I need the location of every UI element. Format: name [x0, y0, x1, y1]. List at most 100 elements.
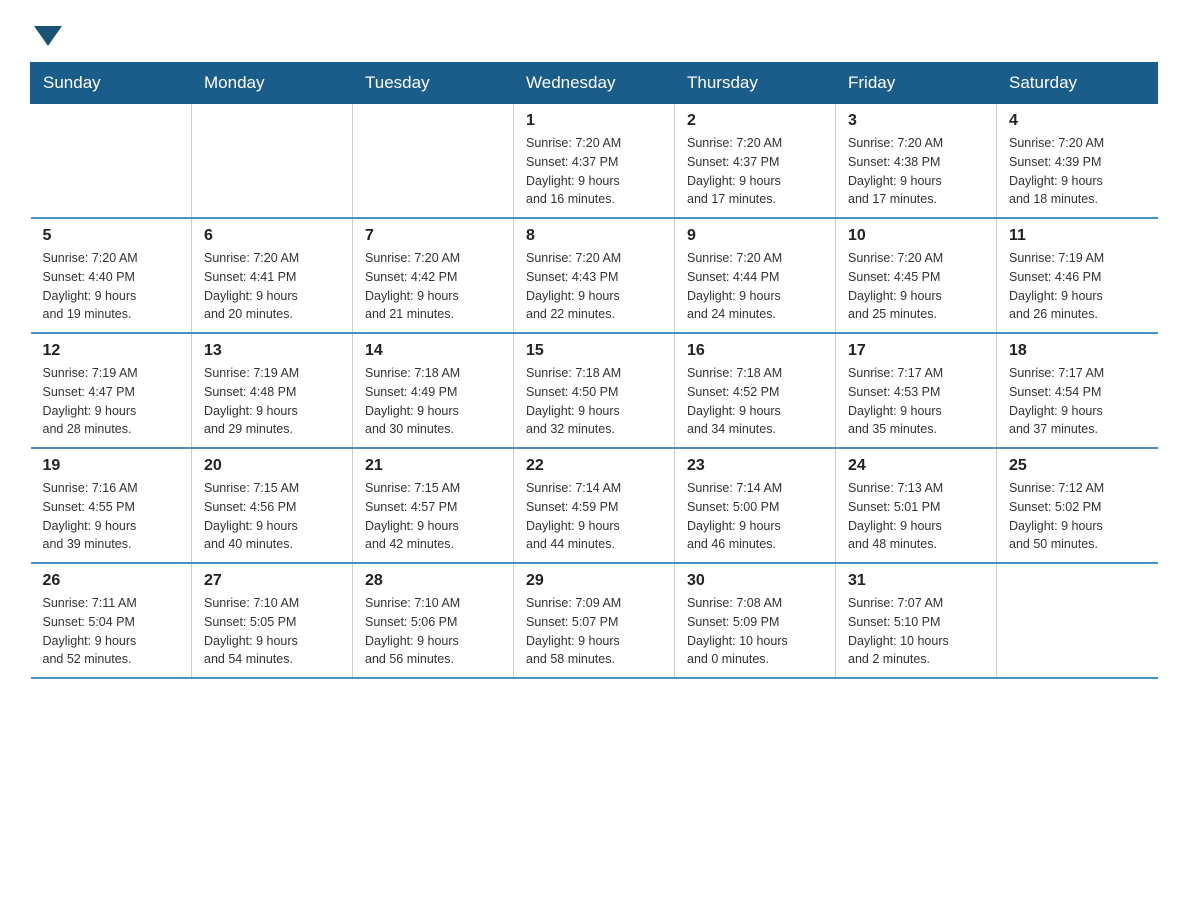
calendar-week-row: 5 Sunrise: 7:20 AM Sunset: 4:40 PM Daylig… — [31, 218, 1158, 333]
calendar-cell — [997, 563, 1158, 678]
calendar-cell: 17 Sunrise: 7:17 AM Sunset: 4:53 PM Dayli… — [836, 333, 997, 448]
day-number: 20 — [204, 457, 340, 475]
calendar-cell: 11Sunrise: 7:19 AM Sunset: 4:46 PM Dayli… — [997, 218, 1158, 333]
day-number: 23 — [687, 457, 823, 475]
calendar-cell: 15 Sunrise: 7:18 AM Sunset: 4:50 PM Dayli… — [514, 333, 675, 448]
calendar-cell — [353, 104, 514, 219]
day-info: Sunrise: 7:11 AM Sunset: 5:04 PM Dayligh… — [43, 594, 180, 669]
day-info: Sunrise: 7:20 AM Sunset: 4:45 PM Dayligh… — [848, 249, 984, 324]
day-info: Sunrise: 7:15 AM Sunset: 4:56 PM Dayligh… — [204, 479, 340, 554]
calendar-cell: 6 Sunrise: 7:20 AM Sunset: 4:41 PM Daylig… — [192, 218, 353, 333]
calendar-cell: 26 Sunrise: 7:11 AM Sunset: 5:04 PM Dayli… — [31, 563, 192, 678]
day-number: 9 — [687, 227, 823, 245]
day-number: 27 — [204, 572, 340, 590]
day-info: Sunrise: 7:19 AM Sunset: 4:47 PM Dayligh… — [43, 364, 180, 439]
day-number: 25 — [1009, 457, 1146, 475]
calendar-cell: 31 Sunrise: 7:07 AM Sunset: 5:10 PM Dayli… — [836, 563, 997, 678]
day-number: 15 — [526, 342, 662, 360]
calendar-cell: 25 Sunrise: 7:12 AM Sunset: 5:02 PM Dayli… — [997, 448, 1158, 563]
calendar-cell: 10Sunrise: 7:20 AM Sunset: 4:45 PM Dayli… — [836, 218, 997, 333]
day-info: Sunrise: 7:20 AM Sunset: 4:42 PM Dayligh… — [365, 249, 501, 324]
calendar-cell: 5 Sunrise: 7:20 AM Sunset: 4:40 PM Daylig… — [31, 218, 192, 333]
calendar-cell: 18Sunrise: 7:17 AM Sunset: 4:54 PM Dayli… — [997, 333, 1158, 448]
day-info: Sunrise: 7:20 AM Sunset: 4:44 PM Dayligh… — [687, 249, 823, 324]
day-info: Sunrise: 7:13 AM Sunset: 5:01 PM Dayligh… — [848, 479, 984, 554]
day-info: Sunrise: 7:20 AM Sunset: 4:38 PM Dayligh… — [848, 134, 984, 209]
calendar-cell: 14 Sunrise: 7:18 AM Sunset: 4:49 PM Dayli… — [353, 333, 514, 448]
calendar-cell: 13 Sunrise: 7:19 AM Sunset: 4:48 PM Dayli… — [192, 333, 353, 448]
calendar-cell: 2 Sunrise: 7:20 AM Sunset: 4:37 PM Daylig… — [675, 104, 836, 219]
day-info: Sunrise: 7:18 AM Sunset: 4:50 PM Dayligh… — [526, 364, 662, 439]
logo — [30, 20, 62, 46]
day-number: 29 — [526, 572, 662, 590]
day-info: Sunrise: 7:19 AM Sunset: 4:48 PM Dayligh… — [204, 364, 340, 439]
day-number: 17 — [848, 342, 984, 360]
calendar-cell: 24 Sunrise: 7:13 AM Sunset: 5:01 PM Dayli… — [836, 448, 997, 563]
weekday-header: Sunday — [31, 63, 192, 104]
day-number: 22 — [526, 457, 662, 475]
weekday-header: Tuesday — [353, 63, 514, 104]
calendar-cell: 9 Sunrise: 7:20 AM Sunset: 4:44 PM Daylig… — [675, 218, 836, 333]
calendar-cell: 28 Sunrise: 7:10 AM Sunset: 5:06 PM Dayli… — [353, 563, 514, 678]
day-number: 1 — [526, 112, 662, 130]
day-number: 12 — [43, 342, 180, 360]
day-info: Sunrise: 7:12 AM Sunset: 5:02 PM Dayligh… — [1009, 479, 1146, 554]
calendar-cell: 21 Sunrise: 7:15 AM Sunset: 4:57 PM Dayli… — [353, 448, 514, 563]
calendar-cell: 29 Sunrise: 7:09 AM Sunset: 5:07 PM Dayli… — [514, 563, 675, 678]
day-info: Sunrise: 7:16 AM Sunset: 4:55 PM Dayligh… — [43, 479, 180, 554]
weekday-header: Monday — [192, 63, 353, 104]
day-info: Sunrise: 7:20 AM Sunset: 4:39 PM Dayligh… — [1009, 134, 1146, 209]
day-number: 24 — [848, 457, 984, 475]
calendar-cell: 23 Sunrise: 7:14 AM Sunset: 5:00 PM Dayli… — [675, 448, 836, 563]
calendar-week-row: 1 Sunrise: 7:20 AM Sunset: 4:37 PM Daylig… — [31, 104, 1158, 219]
day-info: Sunrise: 7:07 AM Sunset: 5:10 PM Dayligh… — [848, 594, 984, 669]
day-info: Sunrise: 7:18 AM Sunset: 4:49 PM Dayligh… — [365, 364, 501, 439]
day-info: Sunrise: 7:17 AM Sunset: 4:53 PM Dayligh… — [848, 364, 984, 439]
day-number: 6 — [204, 227, 340, 245]
page-header — [30, 20, 1158, 46]
calendar-cell: 30 Sunrise: 7:08 AM Sunset: 5:09 PM Dayli… — [675, 563, 836, 678]
day-info: Sunrise: 7:17 AM Sunset: 4:54 PM Dayligh… — [1009, 364, 1146, 439]
day-info: Sunrise: 7:20 AM Sunset: 4:41 PM Dayligh… — [204, 249, 340, 324]
day-number: 28 — [365, 572, 501, 590]
day-number: 21 — [365, 457, 501, 475]
calendar-table: SundayMondayTuesdayWednesdayThursdayFrid… — [30, 62, 1158, 679]
calendar-cell — [192, 104, 353, 219]
weekday-header: Wednesday — [514, 63, 675, 104]
day-info: Sunrise: 7:09 AM Sunset: 5:07 PM Dayligh… — [526, 594, 662, 669]
day-info: Sunrise: 7:20 AM Sunset: 4:37 PM Dayligh… — [526, 134, 662, 209]
day-info: Sunrise: 7:10 AM Sunset: 5:05 PM Dayligh… — [204, 594, 340, 669]
calendar-cell — [31, 104, 192, 219]
day-number: 11 — [1009, 227, 1146, 245]
calendar-cell: 4 Sunrise: 7:20 AM Sunset: 4:39 PM Daylig… — [997, 104, 1158, 219]
weekday-header: Saturday — [997, 63, 1158, 104]
calendar-cell: 8 Sunrise: 7:20 AM Sunset: 4:43 PM Daylig… — [514, 218, 675, 333]
day-number: 4 — [1009, 112, 1146, 130]
day-number: 31 — [848, 572, 984, 590]
day-info: Sunrise: 7:14 AM Sunset: 5:00 PM Dayligh… — [687, 479, 823, 554]
calendar-cell: 7Sunrise: 7:20 AM Sunset: 4:42 PM Daylig… — [353, 218, 514, 333]
calendar-week-row: 12 Sunrise: 7:19 AM Sunset: 4:47 PM Dayli… — [31, 333, 1158, 448]
day-info: Sunrise: 7:15 AM Sunset: 4:57 PM Dayligh… — [365, 479, 501, 554]
day-info: Sunrise: 7:10 AM Sunset: 5:06 PM Dayligh… — [365, 594, 501, 669]
calendar-cell: 27 Sunrise: 7:10 AM Sunset: 5:05 PM Dayli… — [192, 563, 353, 678]
weekday-header: Thursday — [675, 63, 836, 104]
day-info: Sunrise: 7:20 AM Sunset: 4:40 PM Dayligh… — [43, 249, 180, 324]
day-info: Sunrise: 7:08 AM Sunset: 5:09 PM Dayligh… — [687, 594, 823, 669]
calendar-cell: 1 Sunrise: 7:20 AM Sunset: 4:37 PM Daylig… — [514, 104, 675, 219]
day-number: 16 — [687, 342, 823, 360]
day-number: 3 — [848, 112, 984, 130]
day-number: 2 — [687, 112, 823, 130]
day-number: 8 — [526, 227, 662, 245]
day-number: 30 — [687, 572, 823, 590]
logo-triangle-icon — [34, 26, 62, 46]
day-number: 5 — [43, 227, 180, 245]
day-info: Sunrise: 7:20 AM Sunset: 4:37 PM Dayligh… — [687, 134, 823, 209]
calendar-cell: 20 Sunrise: 7:15 AM Sunset: 4:56 PM Dayli… — [192, 448, 353, 563]
day-number: 13 — [204, 342, 340, 360]
calendar-week-row: 19Sunrise: 7:16 AM Sunset: 4:55 PM Dayli… — [31, 448, 1158, 563]
day-number: 26 — [43, 572, 180, 590]
calendar-cell: 16Sunrise: 7:18 AM Sunset: 4:52 PM Dayli… — [675, 333, 836, 448]
day-info: Sunrise: 7:20 AM Sunset: 4:43 PM Dayligh… — [526, 249, 662, 324]
day-number: 14 — [365, 342, 501, 360]
